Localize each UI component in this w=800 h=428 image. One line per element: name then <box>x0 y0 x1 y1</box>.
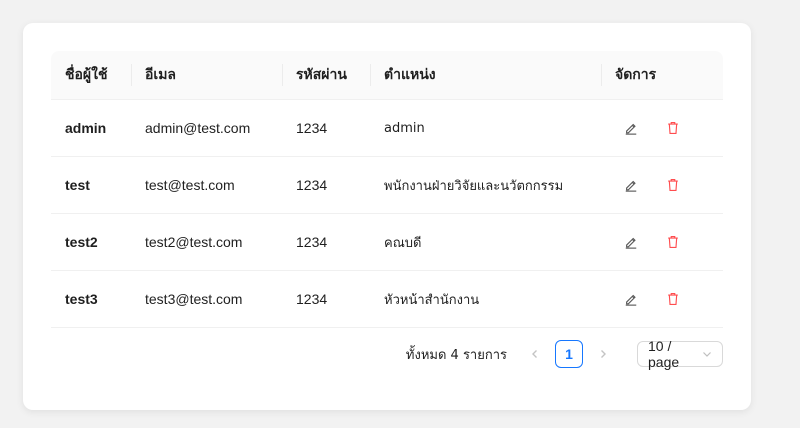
users-card: ชื่อผู้ใช้ อีเมล รหัสผ่าน ตำแหน่ง จัดการ… <box>23 23 751 410</box>
total-items-label: ทั้งหมด 4 รายการ <box>405 347 507 363</box>
cell-actions <box>601 270 723 328</box>
cell-username: admin <box>51 99 131 157</box>
table-row: test3 test3@test.com 1234 หัวหน้าสำนักงา… <box>51 270 723 328</box>
delete-icon[interactable] <box>665 120 681 136</box>
cell-password: 1234 <box>282 156 370 214</box>
cell-position: พนักงานฝ่ายวิจัยและนวัตกกรรม <box>370 156 601 214</box>
cell-password: 1234 <box>282 213 370 271</box>
page-size-select[interactable]: 10 / page <box>637 338 723 370</box>
cell-actions <box>601 156 723 214</box>
table-row: test2 test2@test.com 1234 คณบดี <box>51 213 723 271</box>
chevron-right-icon[interactable] <box>589 340 617 368</box>
table-header-row: ชื่อผู้ใช้ อีเมล รหัสผ่าน ตำแหน่ง จัดการ <box>51 51 723 100</box>
cell-email: test2@test.com <box>131 213 282 271</box>
cell-username: test <box>51 156 131 214</box>
delete-icon[interactable] <box>665 177 681 193</box>
pagination: ทั้งหมด 4 รายการ 1 10 / page <box>405 338 723 370</box>
table-row: test test@test.com 1234 พนักงานฝ่ายวิจัย… <box>51 156 723 214</box>
delete-icon[interactable] <box>665 234 681 250</box>
cell-position: หัวหน้าสำนักงาน <box>370 270 601 328</box>
cell-email: test@test.com <box>131 156 282 214</box>
column-header-password: รหัสผ่าน <box>282 51 370 100</box>
column-header-position: ตำแหน่ง <box>370 51 601 100</box>
cell-position: admin <box>370 99 601 157</box>
cell-password: 1234 <box>282 270 370 328</box>
cell-actions <box>601 213 723 271</box>
column-header-actions: จัดการ <box>601 51 723 100</box>
users-table: ชื่อผู้ใช้ อีเมล รหัสผ่าน ตำแหน่ง จัดการ… <box>51 51 723 328</box>
page-size-label: 10 / page <box>648 338 680 370</box>
chevron-left-icon[interactable] <box>521 340 549 368</box>
cell-email: test3@test.com <box>131 270 282 328</box>
edit-icon[interactable] <box>623 291 639 307</box>
cell-username: test2 <box>51 213 131 271</box>
chevron-down-icon <box>702 346 712 362</box>
table-row: admin admin@test.com 1234 admin <box>51 99 723 157</box>
cell-position: คณบดี <box>370 213 601 271</box>
delete-icon[interactable] <box>665 291 681 307</box>
cell-username: test3 <box>51 270 131 328</box>
edit-icon[interactable] <box>623 234 639 250</box>
edit-icon[interactable] <box>623 177 639 193</box>
cell-email: admin@test.com <box>131 99 282 157</box>
cell-password: 1234 <box>282 99 370 157</box>
column-header-email: อีเมล <box>131 51 282 100</box>
column-header-username: ชื่อผู้ใช้ <box>51 51 131 100</box>
cell-actions <box>601 99 723 157</box>
page-number-button[interactable]: 1 <box>555 340 583 368</box>
edit-icon[interactable] <box>623 120 639 136</box>
